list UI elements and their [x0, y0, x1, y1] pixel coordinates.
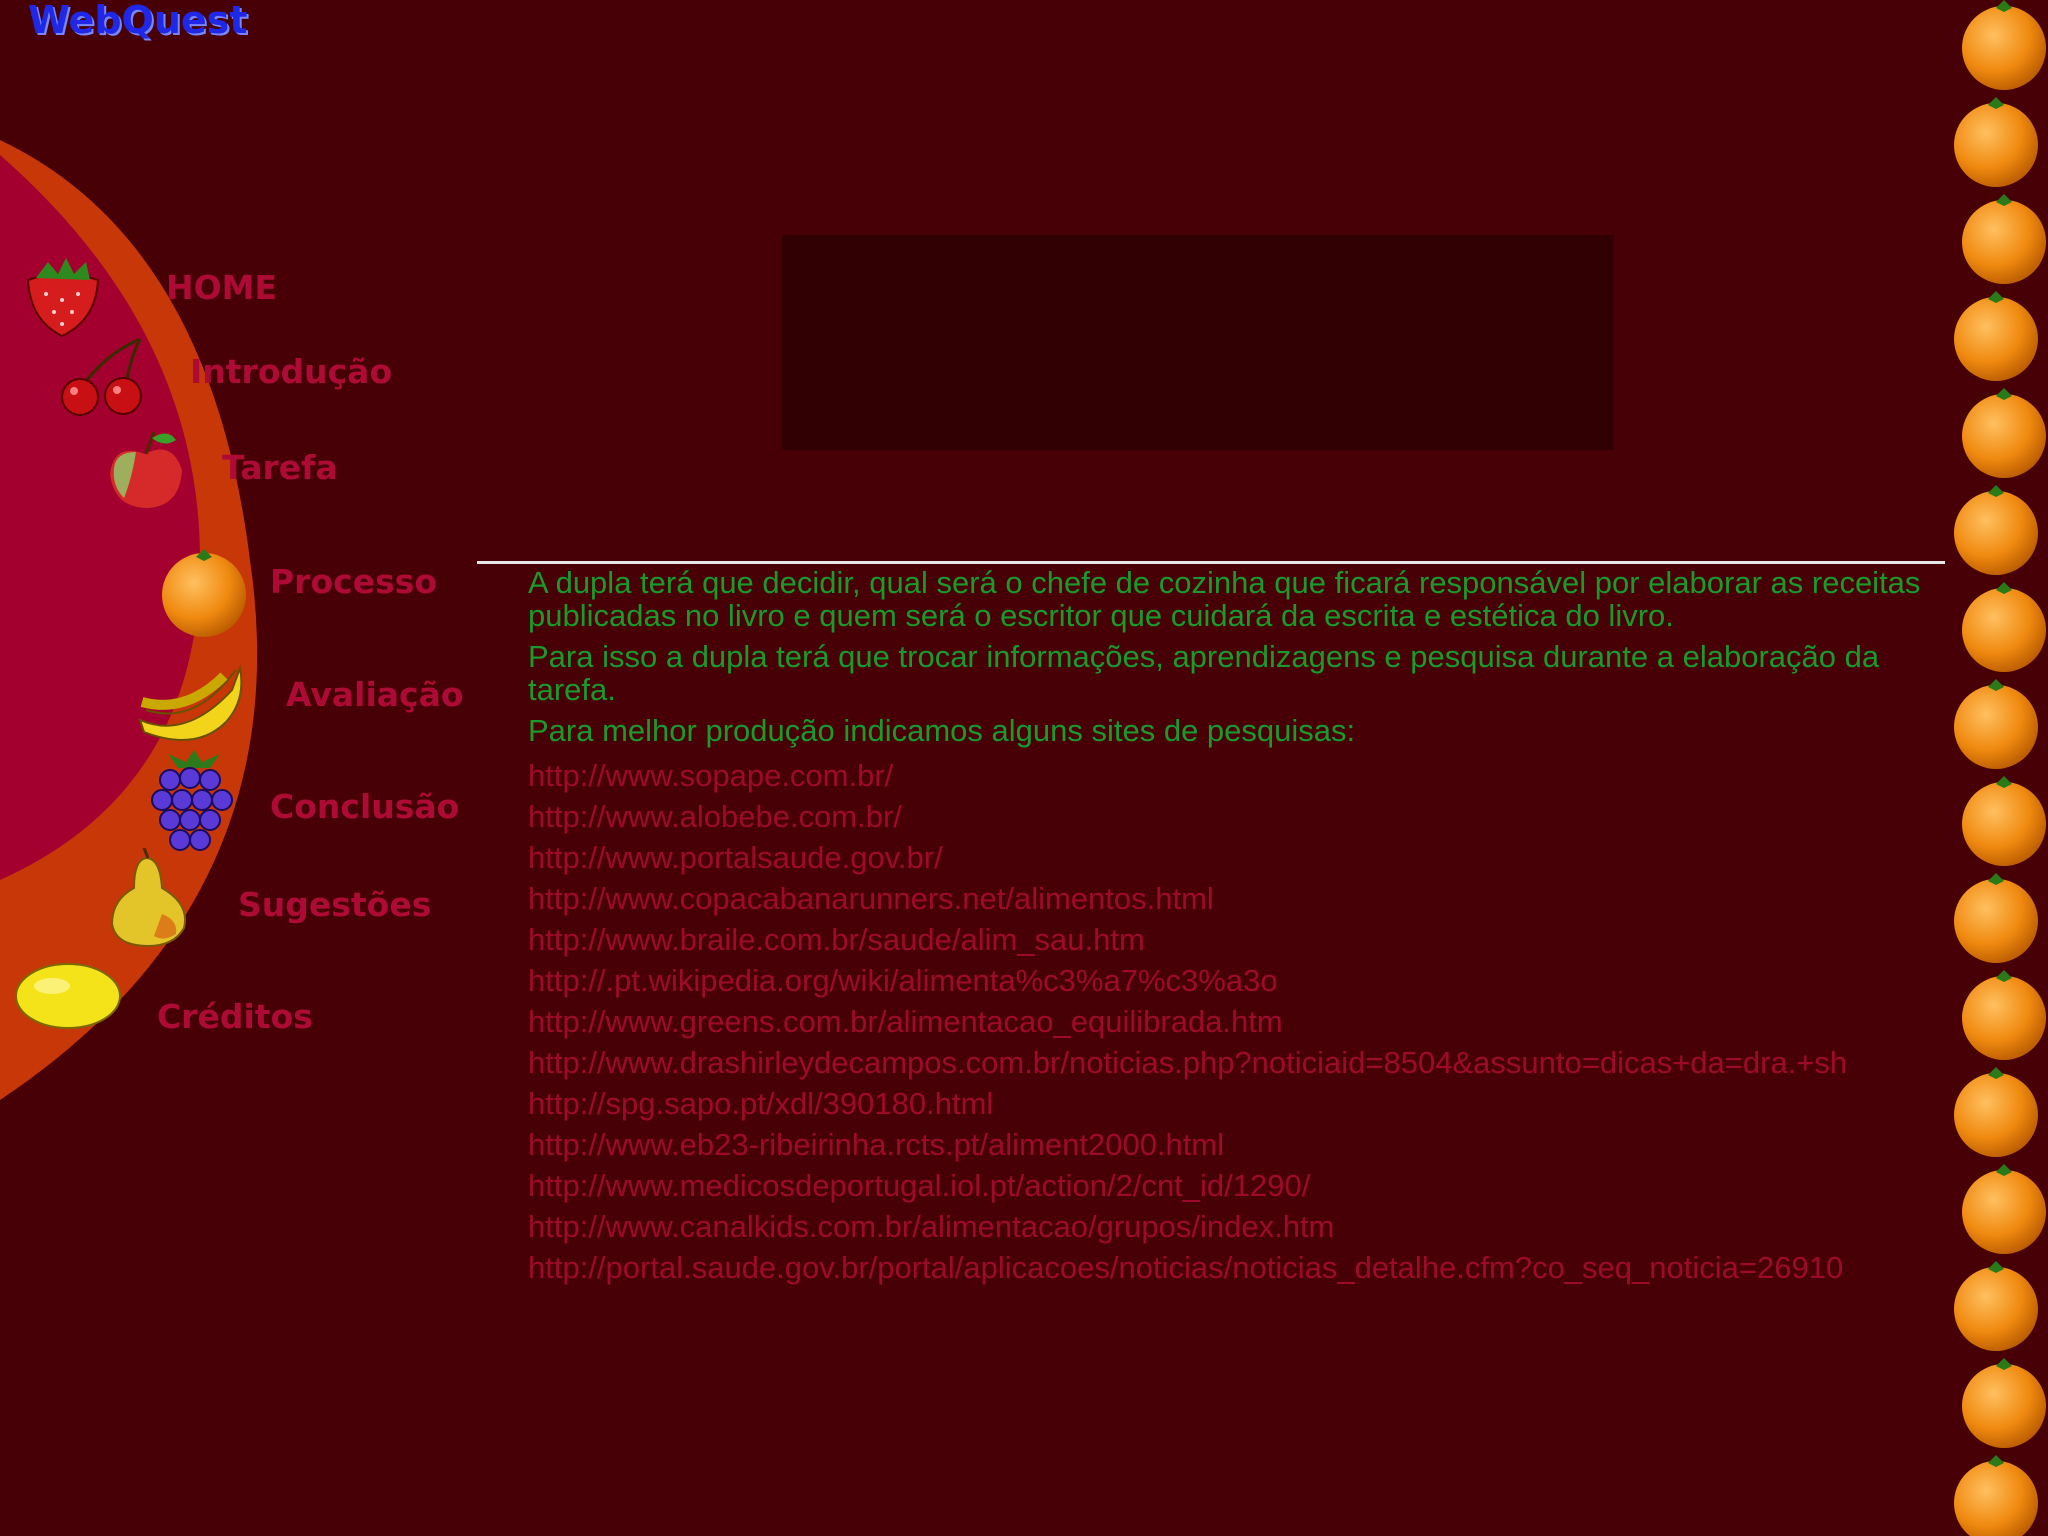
orange-decor-icon [1954, 1455, 2038, 1536]
research-link[interactable]: http://www.medicosdeportugal.iol.pt/acti… [528, 1165, 1953, 1206]
nav-conclusao[interactable]: Conclusão [270, 787, 459, 826]
nav-tarefa[interactable]: Tarefa [222, 448, 338, 487]
nav-avaliacao[interactable]: Avaliação [286, 675, 464, 714]
research-link[interactable]: http://.pt.wikipedia.org/wiki/alimenta%c… [528, 960, 1953, 1001]
research-link[interactable]: http://www.portalsaude.gov.br/ [528, 837, 1953, 878]
banner-placeholder [782, 235, 1614, 450]
orange-decor-icon [1954, 679, 2038, 769]
strawberry-icon [26, 258, 100, 338]
orange-decor-icon [1962, 776, 2046, 866]
research-links: http://www.sopape.com.br/ http://www.alo… [528, 755, 1953, 1288]
orange-border-decoration [1946, 0, 2048, 1536]
research-link[interactable]: http://www.canalkids.com.br/alimentacao/… [528, 1206, 1953, 1247]
research-link[interactable]: http://www.sopape.com.br/ [528, 755, 1953, 796]
banana-icon [138, 664, 243, 741]
orange-decor-icon [1954, 1067, 2038, 1157]
orange-decor-icon [1954, 873, 2038, 963]
research-link[interactable]: http://www.copacabanarunners.net/aliment… [528, 878, 1953, 919]
nav-creditos[interactable]: Créditos [157, 997, 313, 1036]
paragraph-roles: A dupla terá que decidir, qual será o ch… [528, 565, 1921, 633]
cherries-icon [61, 337, 142, 416]
paragraph-collaboration: Para isso a dupla terá que trocar inform… [528, 639, 1880, 707]
pear-icon [110, 848, 186, 948]
orange-decor-icon [1962, 388, 2046, 478]
nav-introducao[interactable]: Introdução [190, 352, 392, 391]
orange-decor-icon [1962, 1164, 2046, 1254]
orange-decor-icon [1954, 1261, 2038, 1351]
research-link[interactable]: http://www.eb23-ribeirinha.rcts.pt/alime… [528, 1124, 1953, 1165]
research-link[interactable]: http://www.braile.com.br/saude/alim_sau.… [528, 919, 1953, 960]
process-content: A dupla terá que decidir, qual será o ch… [528, 566, 1953, 1288]
orange-decor-icon [1962, 0, 2046, 90]
lemon-icon [15, 963, 121, 1029]
orange-icon [162, 549, 246, 637]
apple-icon [110, 431, 182, 508]
orange-decor-icon [1962, 970, 2046, 1060]
research-link[interactable]: http://www.drashirleydecampos.com.br/not… [528, 1042, 1953, 1083]
nav-home[interactable]: HOME [166, 268, 277, 307]
research-link[interactable]: http://spg.sapo.pt/xdl/390180.html [528, 1083, 1953, 1124]
orange-decor-icon [1962, 582, 2046, 672]
research-link[interactable]: http://portal.saude.gov.br/portal/aplica… [528, 1247, 1953, 1288]
orange-decor-icon [1954, 291, 2038, 381]
orange-decor-icon [1962, 194, 2046, 284]
paragraph-sites-intro: Para melhor produção indicamos alguns si… [528, 713, 1356, 748]
grapes-icon [151, 750, 233, 851]
research-link[interactable]: http://www.alobebe.com.br/ [528, 796, 1953, 837]
content-divider [477, 561, 1945, 564]
research-link[interactable]: http://www.greens.com.br/alimentacao_equ… [528, 1001, 1953, 1042]
nav-sugestoes[interactable]: Sugestões [238, 885, 431, 924]
orange-decor-icon [1954, 485, 2038, 575]
orange-decor-icon [1954, 97, 2038, 187]
nav-processo[interactable]: Processo [270, 562, 437, 601]
orange-decor-icon [1962, 1358, 2046, 1448]
